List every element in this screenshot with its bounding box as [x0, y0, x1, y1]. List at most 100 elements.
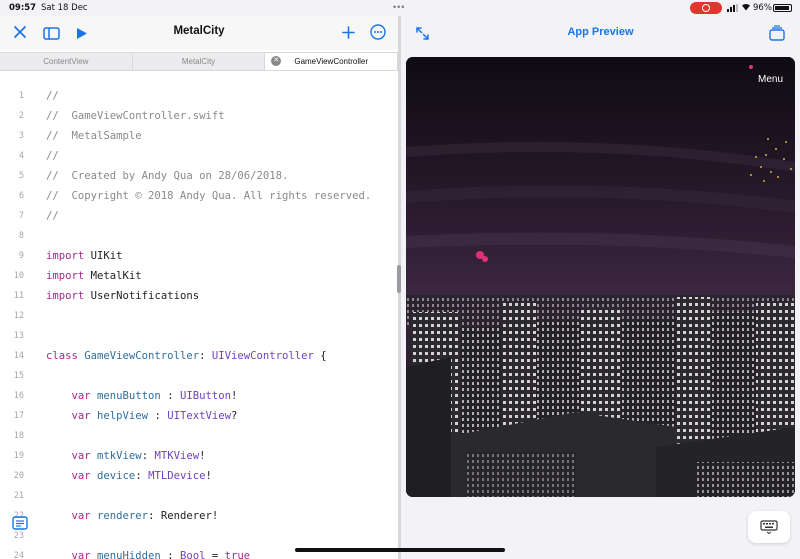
code-token: : [135, 470, 149, 482]
code-text: var menuHidden : Bool = true [46, 546, 251, 559]
code-text: class GameViewController: UIViewControll… [46, 346, 327, 366]
code-line[interactable]: 12 [0, 306, 398, 326]
line-number: 4 [18, 151, 24, 161]
preview-title: App Preview [567, 26, 634, 38]
code-token: GameViewController [77, 350, 200, 362]
code-token: // MetalSample [46, 130, 142, 142]
code-token: // [46, 90, 59, 102]
code-line[interactable]: 5 // Created by Andy Qua on 28/06/2018. [0, 166, 398, 186]
code-line[interactable]: 20 var device: MTLDevice! [0, 466, 398, 486]
line-number: 11 [13, 291, 24, 301]
tab-metalcity[interactable]: MetalCity [133, 53, 266, 70]
code-token: MetalKit [84, 270, 142, 282]
code-token: mtkView [90, 450, 142, 462]
code-line[interactable]: 17 var helpView : UITextView? [0, 406, 398, 426]
code-token: menuButton [90, 390, 161, 402]
code-text: // [46, 206, 59, 226]
code-token: menuHidden [90, 550, 161, 559]
battery-percent: 96% [753, 3, 772, 13]
code-line[interactable]: 23 [0, 526, 398, 546]
multitasking-dots-icon[interactable]: ••• [393, 2, 405, 12]
code-token: var [46, 470, 91, 482]
line-number: 24 [13, 551, 24, 559]
keyboard-button[interactable] [748, 511, 790, 543]
code-token: var [46, 550, 91, 559]
code-line[interactable]: 3 // MetalSample [0, 126, 398, 146]
line-number: 5 [18, 171, 24, 181]
line-number: 16 [13, 391, 24, 401]
code-text: // [46, 86, 59, 106]
code-text: // [46, 146, 59, 166]
code-line[interactable]: 4 // [0, 146, 398, 166]
menu-button[interactable]: Menu [758, 74, 783, 85]
code-line[interactable]: 16 var menuButton : UIButton! [0, 386, 398, 406]
code-token: MTKView [154, 450, 200, 462]
status-bar: 09:57 Sat 18 Dec ••• 96% [0, 0, 800, 16]
code-token: var [46, 410, 91, 422]
code-token: true [224, 550, 251, 559]
code-line[interactable]: 18 [0, 426, 398, 446]
home-indicator[interactable] [295, 548, 505, 552]
code-line[interactable]: 6 // Copyright © 2018 Andy Qua. All right… [0, 186, 398, 206]
line-number: 21 [13, 491, 24, 501]
code-token: ! [231, 390, 238, 402]
line-number: 8 [18, 231, 24, 241]
code-text: var device: MTLDevice! [46, 466, 212, 486]
code-token: Renderer [160, 510, 212, 522]
editor-toolbar: MetalCity [0, 16, 398, 50]
city-scene-image [406, 57, 795, 497]
close-tab-icon[interactable]: ✕ [271, 56, 282, 66]
line-number: 1 [18, 91, 24, 101]
line-number: 20 [13, 471, 24, 481]
code-token: import [46, 250, 85, 262]
code-token: import [46, 270, 85, 282]
code-line[interactable]: 14 class GameViewController: UIViewContro… [0, 346, 398, 366]
game-viewport[interactable]: Menu [406, 57, 795, 497]
code-line[interactable]: 21 [0, 486, 398, 506]
code-line[interactable]: 13 [0, 326, 398, 346]
code-line[interactable]: 9 import UIKit [0, 246, 398, 266]
cellular-signal-icon [727, 4, 739, 12]
code-line[interactable]: 1 // [0, 86, 398, 106]
code-token: UserNotifications [84, 290, 200, 302]
code-token: renderer [90, 510, 149, 522]
code-line[interactable]: 10 import MetalKit [0, 266, 398, 286]
code-token: : [141, 450, 155, 462]
code-token: // [46, 210, 59, 222]
documentation-icon[interactable] [12, 516, 29, 530]
app-preview-pane: App Preview Menu [401, 16, 800, 559]
code-text: import UIKit [46, 246, 123, 266]
code-line[interactable]: 22 var renderer: Renderer! [0, 506, 398, 526]
code-editor-pane: MetalCity ContentView MetalCity ✕ GameVi… [0, 16, 399, 559]
tab-contentview[interactable]: ContentView [0, 53, 133, 70]
code-line[interactable]: 19 var mtkView: MTKView! [0, 446, 398, 466]
tab-gameviewcontroller-label: GameViewController [294, 57, 369, 66]
more-options-icon[interactable] [370, 24, 386, 43]
code-text: // GameViewController.swift [46, 106, 225, 126]
line-number: 7 [18, 211, 24, 221]
code-token: ! [205, 470, 212, 482]
code-line[interactable]: 8 [0, 226, 398, 246]
code-token: var [46, 450, 91, 462]
code-text: import MetalKit [46, 266, 142, 286]
ipad-screen: 09:57 Sat 18 Dec ••• 96% MetalCity Conte… [0, 0, 800, 559]
code-token: UIButton [179, 390, 231, 402]
code-line[interactable]: 7 // [0, 206, 398, 226]
code-token: import [46, 290, 85, 302]
code-line[interactable]: 2 // GameViewController.swift [0, 106, 398, 126]
code-line[interactable]: 15 [0, 366, 398, 386]
line-number: 12 [13, 311, 24, 321]
line-number: 10 [13, 271, 24, 281]
code-line[interactable]: 11 import UserNotifications [0, 286, 398, 306]
add-icon[interactable] [342, 25, 355, 42]
code-text: // Copyright © 2018 Andy Qua. All rights… [46, 186, 371, 206]
status-date: Sat 18 Dec [41, 3, 88, 13]
tab-gameviewcontroller[interactable]: ✕ GameViewController [265, 53, 399, 70]
line-number: 17 [13, 411, 24, 421]
window-stack-icon[interactable] [769, 25, 785, 44]
code-token: : [148, 410, 168, 422]
screen-recording-icon[interactable] [690, 2, 722, 14]
code-token: ! [211, 510, 219, 522]
code-token: : [148, 510, 161, 522]
code-token: { [313, 350, 327, 362]
